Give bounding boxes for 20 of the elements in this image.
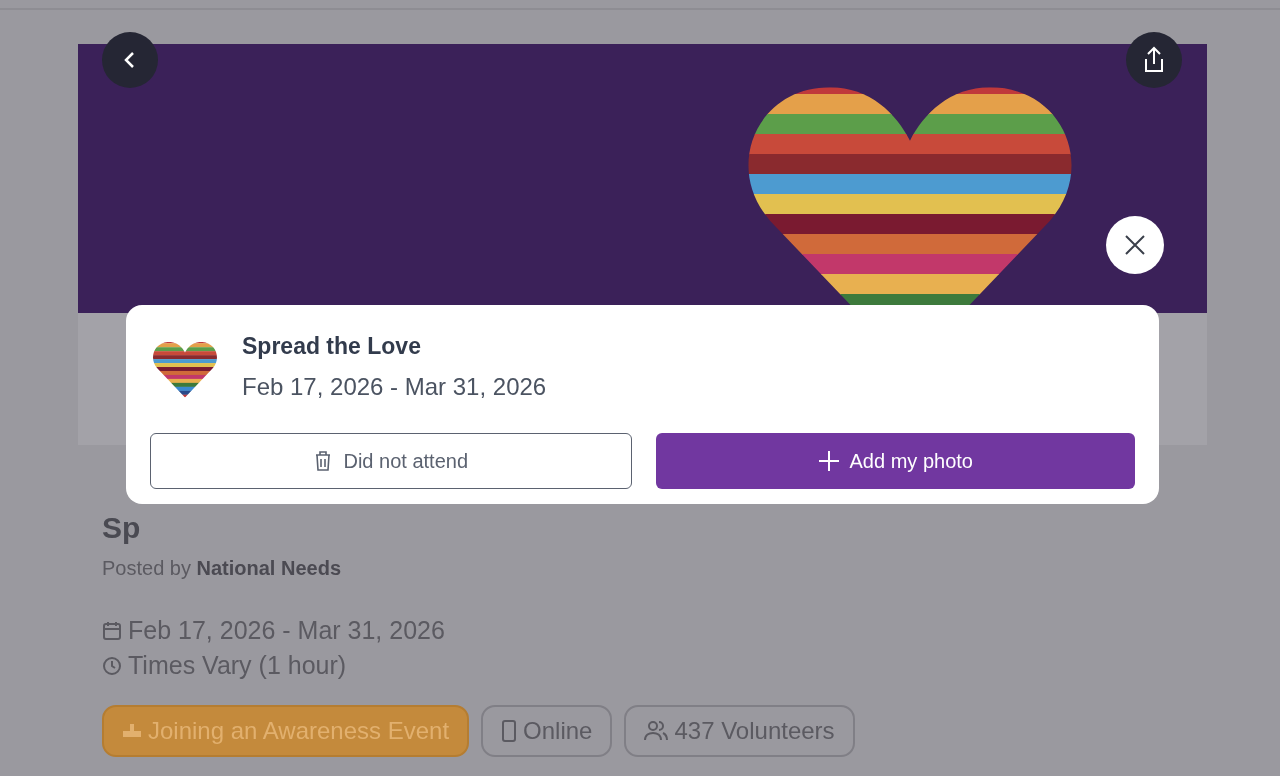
share-button[interactable] bbox=[1126, 32, 1182, 88]
add-photo-button[interactable]: Add my photo bbox=[655, 432, 1135, 489]
did-not-attend-button[interactable]: Did not attend bbox=[150, 432, 632, 489]
people-icon bbox=[644, 720, 669, 742]
tag-label: 437 Volunteers bbox=[674, 716, 835, 746]
close-icon bbox=[1124, 234, 1146, 256]
event-title: Sp bbox=[102, 513, 142, 543]
plus-icon bbox=[817, 449, 840, 472]
event-times: Times Vary (1 hour) bbox=[128, 650, 347, 681]
dialog-dates: Feb 17, 2026 - Mar 31, 2026 bbox=[242, 371, 547, 402]
calendar-icon bbox=[102, 620, 122, 641]
dialog-title: Spread the Love bbox=[242, 333, 422, 361]
back-icon bbox=[123, 50, 137, 70]
posted-by-text: Posted by National Needs bbox=[102, 556, 342, 581]
tag-label: Online bbox=[523, 716, 593, 746]
back-button[interactable] bbox=[102, 32, 158, 88]
share-icon bbox=[1142, 46, 1166, 74]
phone-icon bbox=[501, 719, 518, 743]
clock-icon bbox=[102, 655, 122, 676]
event-dates: Feb 17, 2026 - Mar 31, 2026 bbox=[128, 615, 445, 646]
